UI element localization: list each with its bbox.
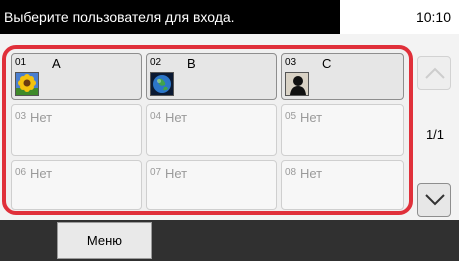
- user-name: Нет: [300, 110, 323, 125]
- user-tile-b[interactable]: 02 B: [146, 53, 277, 100]
- user-number: 07: [150, 167, 162, 178]
- user-number: 03: [15, 111, 27, 122]
- user-number: 01: [15, 57, 27, 68]
- menu-button[interactable]: Меню: [57, 222, 152, 259]
- user-tile-empty[interactable]: 06 Нет: [11, 160, 142, 210]
- chevron-down-icon: [425, 194, 445, 206]
- instruction-text: Выберите пользователя для входа.: [0, 0, 340, 34]
- page-down-button[interactable]: [417, 183, 451, 217]
- user-name: C: [322, 56, 332, 71]
- title-bar: Выберите пользователя для входа. 10:10: [0, 0, 459, 34]
- user-number: 08: [285, 167, 297, 178]
- sunflower-icon: [15, 72, 39, 96]
- user-tile-a[interactable]: 01 A: [11, 53, 142, 100]
- user-name: Нет: [165, 110, 188, 125]
- user-number: 03: [285, 57, 297, 68]
- user-tile-empty[interactable]: 04 Нет: [146, 104, 277, 156]
- user-grid: 01 A 02 B 03 C 03 Нет 04 Нет 05 Нет 06 Н…: [2, 45, 413, 215]
- chevron-up-icon: [425, 67, 445, 79]
- user-name: B: [187, 56, 196, 71]
- user-number: 04: [150, 111, 162, 122]
- user-select-area: 01 A 02 B 03 C 03 Нет 04 Нет 05 Нет 06 Н…: [0, 34, 459, 220]
- user-tile-empty[interactable]: 03 Нет: [11, 104, 142, 156]
- user-name: A: [52, 56, 61, 71]
- user-number: 06: [15, 167, 27, 178]
- user-tile-empty[interactable]: 07 Нет: [146, 160, 277, 210]
- user-number: 05: [285, 111, 297, 122]
- user-tile-empty[interactable]: 05 Нет: [281, 104, 404, 156]
- user-name: Нет: [30, 110, 53, 125]
- page-indicator: 1/1: [425, 127, 445, 142]
- user-tile-empty[interactable]: 08 Нет: [281, 160, 404, 210]
- clock: 10:10: [415, 9, 451, 25]
- user-name: Нет: [300, 166, 323, 181]
- bottom-bar: Меню: [0, 220, 459, 261]
- pager: 1/1: [417, 56, 453, 217]
- user-name: Нет: [30, 166, 53, 181]
- page-up-button[interactable]: [417, 56, 451, 90]
- user-tile-c[interactable]: 03 C: [281, 53, 404, 100]
- silhouette-icon: [285, 72, 309, 96]
- user-name: Нет: [165, 166, 188, 181]
- user-number: 02: [150, 57, 162, 68]
- earth-icon: [150, 72, 174, 96]
